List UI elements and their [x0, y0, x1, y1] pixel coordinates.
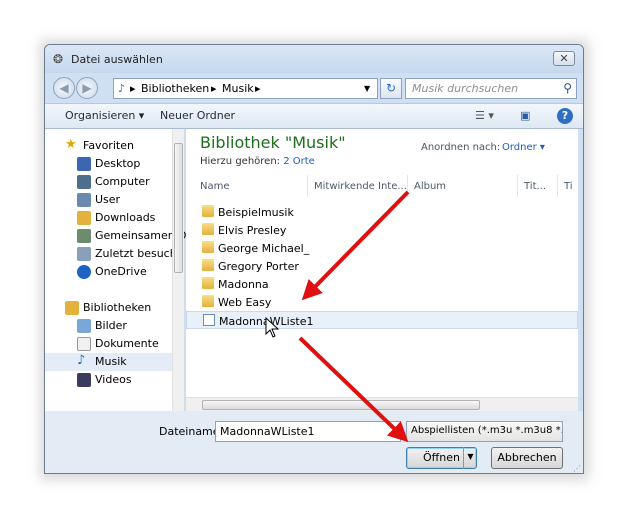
column-header-artist[interactable]: Mitwirkende Inte... [308, 175, 408, 197]
file-type-select[interactable]: Abspiellisten (*.m3u *.m3u8 *.p [406, 421, 563, 442]
sort-dropdown[interactable]: Ordner ▾ [502, 142, 545, 153]
forward-button[interactable]: ▶ [76, 77, 98, 99]
back-button[interactable]: ◀ [53, 77, 75, 99]
folder-icon [202, 295, 214, 307]
window-title: Datei auswählen [71, 53, 163, 66]
scrollbar-thumb[interactable] [174, 143, 183, 273]
network-folder-icon [77, 229, 91, 243]
sidebar-item-zuletzt-besucht[interactable]: Zuletzt besucht [45, 245, 181, 263]
title-bar: ❂ Datei auswählen ✕ [45, 45, 583, 73]
sidebar-item-desktop[interactable]: Desktop [45, 155, 173, 173]
recent-places-icon [77, 247, 91, 261]
sidebar-item-downloads[interactable]: Downloads [45, 209, 173, 227]
folder-icon [202, 259, 214, 271]
folder-icon [202, 241, 214, 253]
navigation-pane: ★ Favoriten Desktop Computer User Downlo… [45, 129, 191, 411]
column-header-album[interactable]: Album [408, 175, 518, 197]
folder-icon [202, 277, 214, 289]
organize-button[interactable]: Organisieren ▾ [65, 109, 144, 122]
sidebar-item-onedrive[interactable]: OneDrive [45, 263, 173, 281]
sidebar-item-videos[interactable]: Videos [45, 371, 173, 389]
sidebar-item-dokumente[interactable]: Dokumente [45, 335, 173, 353]
open-dropdown-icon[interactable]: ▼ [463, 447, 477, 469]
breadcrumb-bibliotheken[interactable]: Bibliotheken [141, 82, 209, 95]
cancel-button[interactable]: Abbrechen [491, 447, 563, 469]
onedrive-icon [77, 265, 91, 279]
downloads-icon [77, 211, 91, 225]
address-bar[interactable]: ♪ ▸ Bibliotheken ▸ Musik ▸ ▼ [113, 78, 378, 99]
list-item[interactable]: Web Easy [186, 293, 578, 311]
list-item[interactable]: Madonna [186, 275, 578, 293]
sidebar-item-favoriten[interactable]: ★ Favoriten [45, 137, 173, 155]
sidebar-item-musik[interactable]: ♪ Musik [45, 353, 173, 371]
desktop-icon [77, 157, 91, 171]
refresh-button[interactable]: ↻ [380, 78, 402, 99]
command-bar: Organisieren ▾ Neuer Ordner ☰ ▾ ▣ ? [45, 103, 583, 129]
filename-input[interactable]: MadonnaWListe1 [215, 421, 401, 442]
search-input[interactable]: Musik durchsuchen ⚲ [405, 78, 577, 99]
list-item[interactable]: George Michael_ [186, 239, 578, 257]
file-list-pane: Bibliothek "Musik" Hierzu gehören: 2 Ort… [186, 129, 578, 411]
locations-link[interactable]: 2 Orte [283, 156, 315, 167]
sidebar-item-computer[interactable]: Computer [45, 173, 173, 191]
music-icon: ♪ [118, 82, 126, 95]
sidebar-item-bilder[interactable]: Bilder [45, 317, 173, 335]
search-icon: ⚲ [563, 81, 572, 95]
libraries-icon [65, 301, 79, 315]
breadcrumb-musik[interactable]: Musik [222, 82, 254, 95]
list-item[interactable]: Beispielmusik [186, 203, 578, 221]
column-header-extra[interactable]: Ti [558, 175, 578, 197]
navigation-scrollbar[interactable] [172, 129, 184, 411]
new-folder-button[interactable]: Neuer Ordner [160, 109, 235, 122]
sort-label: Anordnen nach: [421, 142, 501, 153]
list-item[interactable]: Elvis Presley [186, 221, 578, 239]
star-icon: ★ [65, 137, 77, 152]
sidebar-item-gemeinsamer[interactable]: Gemeinsamer_Or [45, 227, 191, 245]
close-button[interactable]: ✕ [553, 51, 575, 66]
file-dialog: ❂ Datei auswählen ✕ ◀ ▶ ♪ ▸ Bibliotheken… [44, 44, 584, 474]
scrollbar-thumb[interactable] [202, 400, 480, 410]
filename-label: Dateiname: [159, 425, 224, 438]
user-icon [77, 193, 91, 207]
list-item-playlist[interactable]: MadonnaWListe1 [186, 311, 578, 329]
dialog-footer: Dateiname: MadonnaWListe1 Abspiellisten … [45, 411, 583, 473]
list-item[interactable]: Gregory Porter [186, 257, 578, 275]
column-header-title[interactable]: Tit... [518, 175, 558, 197]
library-title: Bibliothek "Musik" [200, 133, 346, 152]
folder-icon [202, 223, 214, 235]
preview-pane-icon[interactable]: ▣ [520, 109, 530, 122]
computer-icon [77, 175, 91, 189]
videos-icon [77, 373, 91, 387]
horizontal-scrollbar[interactable] [186, 397, 578, 411]
playlist-file-icon [203, 314, 215, 326]
music-icon: ♪ [77, 353, 86, 368]
folder-icon [202, 205, 214, 217]
pictures-icon [77, 319, 91, 333]
dialog-icon: ❂ [53, 52, 64, 66]
help-icon[interactable]: ? [557, 108, 573, 124]
sidebar-item-bibliotheken[interactable]: Bibliotheken [45, 299, 173, 317]
resize-grip-icon[interactable]: ⋰ [573, 464, 581, 473]
library-subtitle: Hierzu gehören: 2 Orte [200, 156, 315, 167]
address-row: ◀ ▶ ♪ ▸ Bibliotheken ▸ Musik ▸ ▼ ↻ Musik… [45, 73, 583, 103]
history-dropdown-icon[interactable]: ▼ [364, 84, 370, 93]
column-header-name[interactable]: Name [186, 175, 308, 197]
view-options-icon[interactable]: ☰ ▾ [475, 109, 494, 122]
sidebar-item-user[interactable]: User [45, 191, 173, 209]
documents-icon [77, 337, 91, 351]
